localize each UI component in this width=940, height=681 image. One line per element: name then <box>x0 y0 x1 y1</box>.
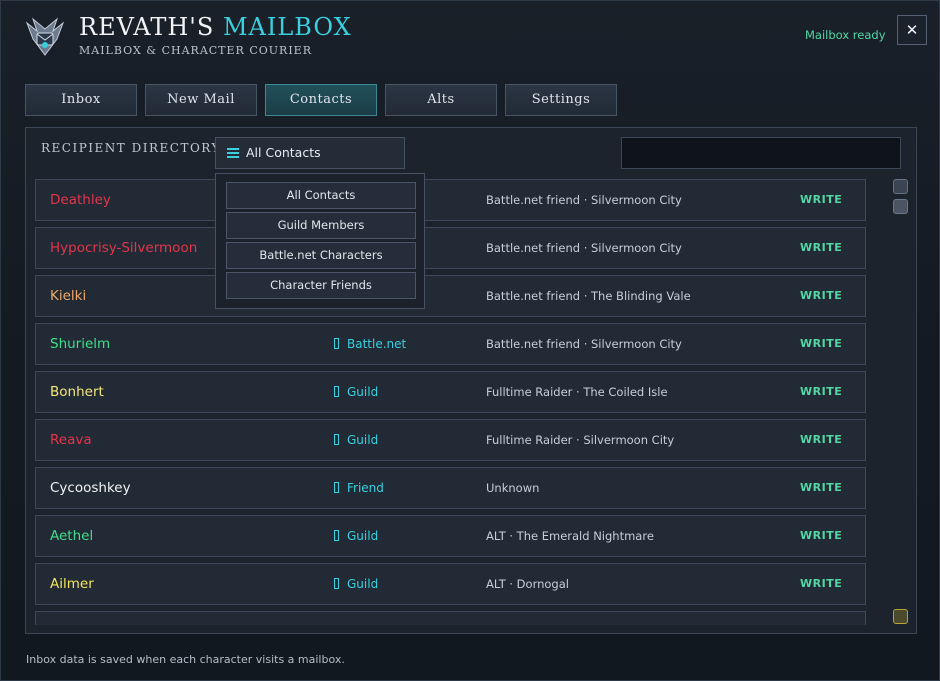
close-button[interactable]: ✕ <box>897 15 927 45</box>
tab-inbox[interactable]: Inbox <box>25 84 137 116</box>
relation-label: Battle.net <box>347 337 407 351</box>
menu-icon <box>227 148 239 158</box>
scrollbar-thumb[interactable] <box>893 199 908 214</box>
contact-list: Deathley Battle.net friend · Silvermoon … <box>35 179 866 625</box>
relation-icon <box>334 482 339 493</box>
write-button[interactable]: WRITE <box>800 433 842 446</box>
relation-icon <box>334 530 339 541</box>
mailbox-window: REVATH'S MAILBOX MAILBOX & CHARACTER COU… <box>0 0 940 681</box>
contact-row[interactable]: Reava Guild Fulltime Raider · Silvermoon… <box>35 419 866 461</box>
contact-row[interactable]: Bonhert Guild Fulltime Raider · The Coil… <box>35 371 866 413</box>
write-button[interactable]: WRITE <box>800 193 842 206</box>
tab-new-mail[interactable]: New Mail <box>145 84 257 116</box>
scroll-down-button[interactable] <box>893 609 908 624</box>
contact-relation: Guild <box>334 385 378 399</box>
contact-location: Battle.net friend · Silvermoon City <box>486 193 682 207</box>
contact-relation: Friend <box>334 481 384 495</box>
write-button[interactable]: WRITE <box>800 241 842 254</box>
search-input[interactable] <box>621 137 901 169</box>
write-button[interactable]: WRITE <box>800 577 842 590</box>
contact-name: Ailmer <box>50 576 94 592</box>
contact-name: Deathley <box>50 192 111 208</box>
window-title: REVATH'S MAILBOX <box>79 13 352 41</box>
contact-location: Battle.net friend · Silvermoon City <box>486 241 682 255</box>
write-button[interactable]: WRITE <box>800 289 842 302</box>
relation-label: Guild <box>347 577 379 591</box>
mailbox-crest-icon <box>25 17 65 56</box>
window-subtitle: MAILBOX & CHARACTER COURIER <box>79 44 312 57</box>
write-button[interactable]: WRITE <box>800 337 842 350</box>
filter-value: All Contacts <box>246 145 321 160</box>
contact-location: ALT · Dornogal <box>486 577 569 591</box>
contact-name: Hypocrisy-Silvermoon <box>50 240 198 256</box>
tab-settings[interactable]: Settings <box>505 84 617 116</box>
contact-name: Cycooshkey <box>50 480 131 496</box>
contact-row[interactable]: Ailmer Guild ALT · Dornogal WRITE <box>35 563 866 605</box>
relation-label: Friend <box>347 481 384 495</box>
contact-location: Battle.net friend · Silvermoon City <box>486 337 682 351</box>
contact-relation: Guild <box>334 529 378 543</box>
contact-relation: Guild <box>334 433 378 447</box>
relation-label: Guild <box>347 433 379 447</box>
contact-location: ALT · The Emerald Nightmare <box>486 529 654 543</box>
contact-location: Fulltime Raider · Silvermoon City <box>486 433 675 447</box>
filter-dropdown-menu: All Contacts Guild Members Battle.net Ch… <box>215 173 425 309</box>
contact-relation: Battle.net <box>334 337 406 351</box>
filter-option-guild-members[interactable]: Guild Members <box>226 212 416 239</box>
relation-icon <box>334 578 339 589</box>
title-accent: MAILBOX <box>222 13 352 41</box>
contact-name: Reava <box>50 432 92 448</box>
relation-icon <box>334 386 339 397</box>
relation-label: Guild <box>347 529 379 543</box>
contact-row[interactable]: Shurielm Battle.net Battle.net friend · … <box>35 323 866 365</box>
contact-row[interactable] <box>35 611 866 625</box>
contact-row[interactable]: Deathley Battle.net friend · Silvermoon … <box>35 179 866 221</box>
filter-option-all-contacts[interactable]: All Contacts <box>226 182 416 209</box>
contact-location: Unknown <box>486 481 540 495</box>
tab-contacts[interactable]: Contacts <box>265 84 377 116</box>
contact-name: Aethel <box>50 528 94 544</box>
filter-option-character-friends[interactable]: Character Friends <box>226 272 416 299</box>
write-button[interactable]: WRITE <box>800 385 842 398</box>
tab-alts[interactable]: Alts <box>385 84 497 116</box>
contact-location: Fulltime Raider · The Coiled Isle <box>486 385 668 399</box>
contact-filter-select[interactable]: All Contacts <box>215 137 405 169</box>
filter-option-battlenet-characters[interactable]: Battle.net Characters <box>226 242 416 269</box>
write-button[interactable]: WRITE <box>800 481 842 494</box>
relation-icon <box>334 338 339 349</box>
directory-label: RECIPIENT DIRECTORY <box>41 141 221 155</box>
contact-location: Battle.net friend · The Blinding Vale <box>486 289 691 303</box>
contact-row[interactable]: Cycooshkey Friend Unknown WRITE <box>35 467 866 509</box>
relation-icon <box>334 434 339 445</box>
contact-name: Kielki <box>50 288 87 304</box>
contact-row[interactable]: Hypocrisy-Silvermoon Battle.net friend ·… <box>35 227 866 269</box>
contact-row[interactable]: Aethel Guild ALT · The Emerald Nightmare… <box>35 515 866 557</box>
relation-label: Guild <box>347 385 379 399</box>
title-prefix: REVATH'S <box>79 13 215 41</box>
scroll-up-button[interactable] <box>893 179 908 194</box>
footer-note: Inbox data is saved when each character … <box>26 653 345 666</box>
contact-relation: Guild <box>334 577 378 591</box>
write-button[interactable]: WRITE <box>800 529 842 542</box>
status-text: Mailbox ready <box>805 28 886 42</box>
contact-name: Shurielm <box>50 336 111 352</box>
contact-row[interactable]: Kielki Battle.net friend · The Blinding … <box>35 275 866 317</box>
contact-name: Bonhert <box>50 384 104 400</box>
